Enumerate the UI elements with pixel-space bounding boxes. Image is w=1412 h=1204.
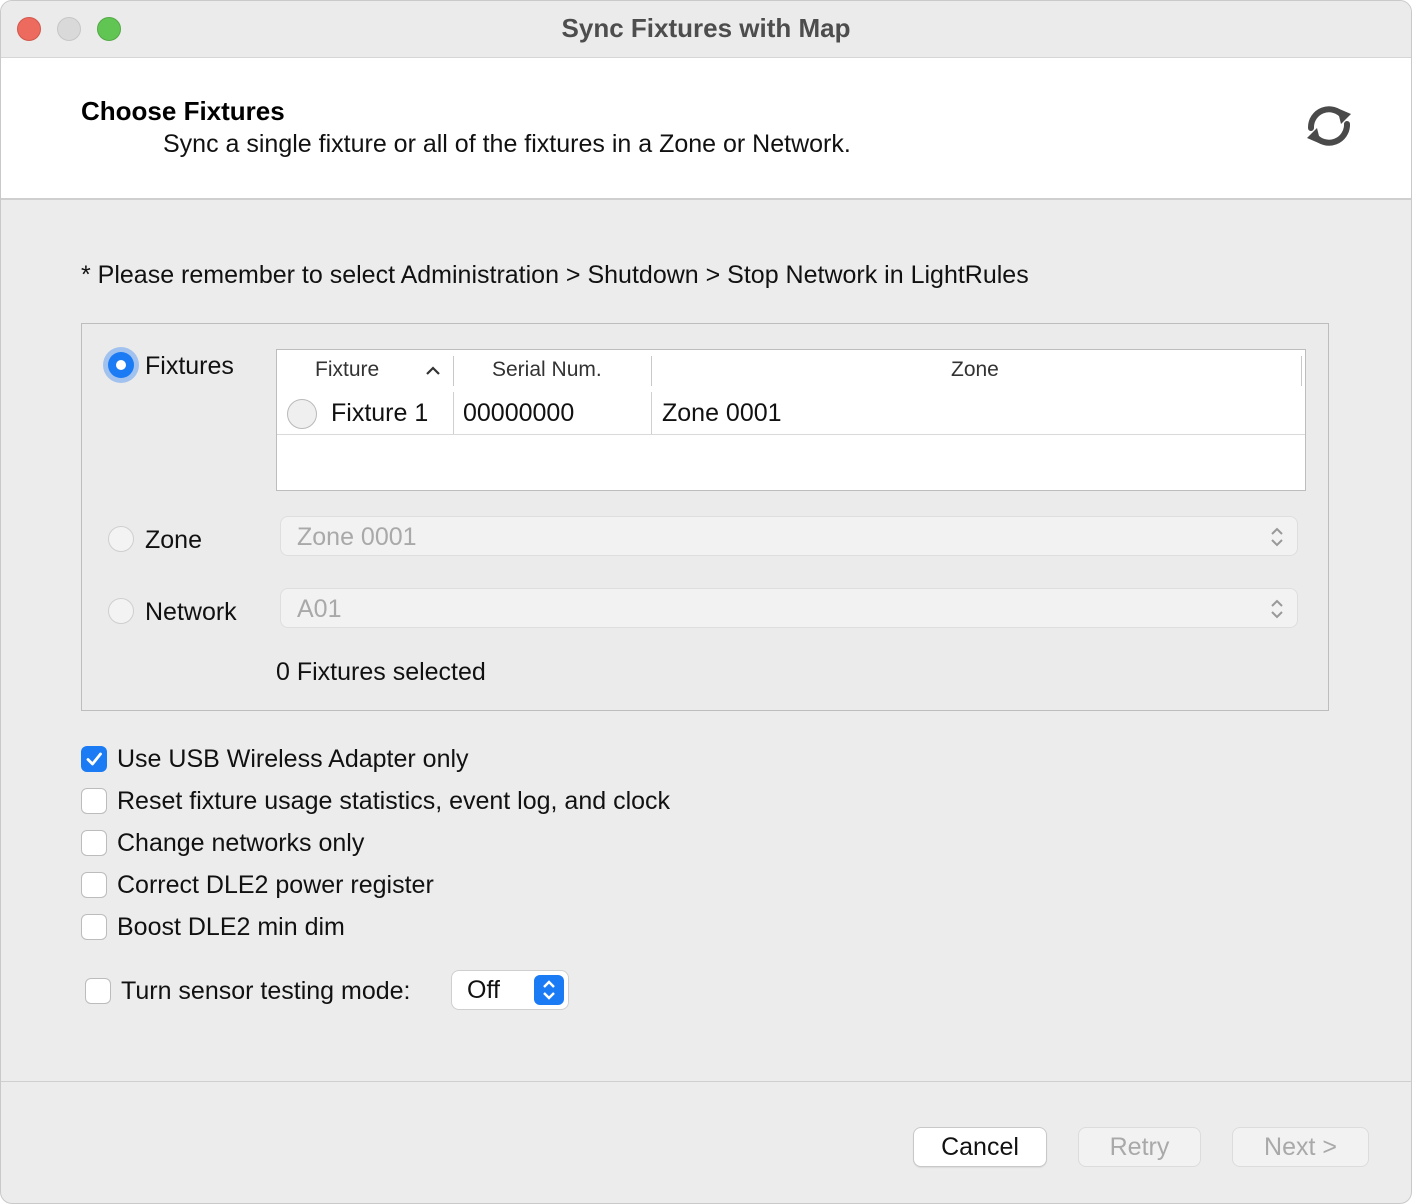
window-title: Sync Fixtures with Map xyxy=(561,13,851,43)
fixture-row-radio[interactable] xyxy=(287,399,317,429)
cancel-button[interactable]: Cancel xyxy=(913,1127,1047,1167)
footer-divider xyxy=(1,1081,1411,1082)
page-subtitle: Sync a single fixture or all of the fixt… xyxy=(163,130,851,158)
sync-fixtures-window: Sync Fixtures with Map Choose Fixtures S… xyxy=(0,0,1412,1204)
correct-power-checkbox[interactable] xyxy=(81,872,107,898)
column-divider xyxy=(1301,356,1302,386)
serial-cell: 00000000 xyxy=(463,399,575,427)
sensor-mode-label[interactable]: Turn sensor testing mode: xyxy=(121,977,411,1006)
retry-button[interactable]: Retry xyxy=(1078,1127,1201,1167)
sensor-mode-value: Off xyxy=(467,976,500,1004)
checkmark-icon xyxy=(86,752,102,766)
reset-stats-checkbox[interactable] xyxy=(81,788,107,814)
zone-select-value: Zone 0001 xyxy=(297,523,417,551)
network-select-value: A01 xyxy=(297,595,342,623)
fixtures-selected-count: 0 Fixtures selected xyxy=(276,658,486,686)
title-bar[interactable]: Sync Fixtures with Map xyxy=(1,1,1411,58)
sensor-mode-checkbox[interactable] xyxy=(85,978,111,1004)
page-title: Choose Fixtures xyxy=(81,96,285,126)
usb-adapter-label[interactable]: Use USB Wireless Adapter only xyxy=(117,745,469,774)
zone-cell: Zone 0001 xyxy=(662,399,782,427)
fixtures-table[interactable]: Fixture Serial Num. Zone Fixture 1 00000… xyxy=(276,349,1306,491)
network-select[interactable]: A01 xyxy=(280,588,1298,628)
popup-stepper[interactable] xyxy=(534,975,564,1005)
shutdown-note: * Please remember to select Administrati… xyxy=(81,261,1029,289)
column-divider xyxy=(453,356,454,386)
up-down-chevron-icon xyxy=(1271,527,1283,547)
sensor-mode-popup[interactable]: Off xyxy=(451,970,569,1010)
reset-stats-label[interactable]: Reset fixture usage statistics, event lo… xyxy=(117,787,670,816)
zone-radio-label[interactable]: Zone xyxy=(145,526,202,555)
correct-power-label[interactable]: Correct DLE2 power register xyxy=(117,871,434,900)
cell-divider xyxy=(651,392,652,434)
fixture-name-cell: Fixture 1 xyxy=(331,399,429,427)
column-header-serial[interactable]: Serial Num. xyxy=(492,350,602,390)
network-radio[interactable] xyxy=(108,598,134,624)
up-down-chevron-icon xyxy=(1271,599,1283,619)
network-radio-label[interactable]: Network xyxy=(145,598,237,627)
column-header-fixture[interactable]: Fixture xyxy=(315,350,379,390)
fixtures-radio-label[interactable]: Fixtures xyxy=(145,352,234,381)
table-row[interactable]: Fixture 1 00000000 Zone 0001 xyxy=(277,392,1305,435)
chevron-up-icon[interactable] xyxy=(425,365,441,375)
scope-group-box: Fixtures Fixture Serial Num. Zone Fixtur… xyxy=(81,323,1329,711)
next-button[interactable]: Next > xyxy=(1232,1127,1369,1167)
change-networks-checkbox[interactable] xyxy=(81,830,107,856)
boost-min-dim-label[interactable]: Boost DLE2 min dim xyxy=(117,913,345,942)
change-networks-label[interactable]: Change networks only xyxy=(117,829,364,858)
zone-select[interactable]: Zone 0001 xyxy=(280,516,1298,556)
column-header-zone[interactable]: Zone xyxy=(951,350,999,390)
up-down-chevron-icon xyxy=(543,980,555,1000)
cell-divider xyxy=(453,392,454,434)
wizard-header: Choose Fixtures Sync a single fixture or… xyxy=(1,58,1411,200)
usb-adapter-checkbox[interactable] xyxy=(81,746,107,772)
zone-radio[interactable] xyxy=(108,526,134,552)
sync-arrows-icon xyxy=(1307,106,1351,146)
boost-min-dim-checkbox[interactable] xyxy=(81,914,107,940)
fixtures-radio[interactable] xyxy=(108,352,134,378)
column-divider xyxy=(651,356,652,386)
